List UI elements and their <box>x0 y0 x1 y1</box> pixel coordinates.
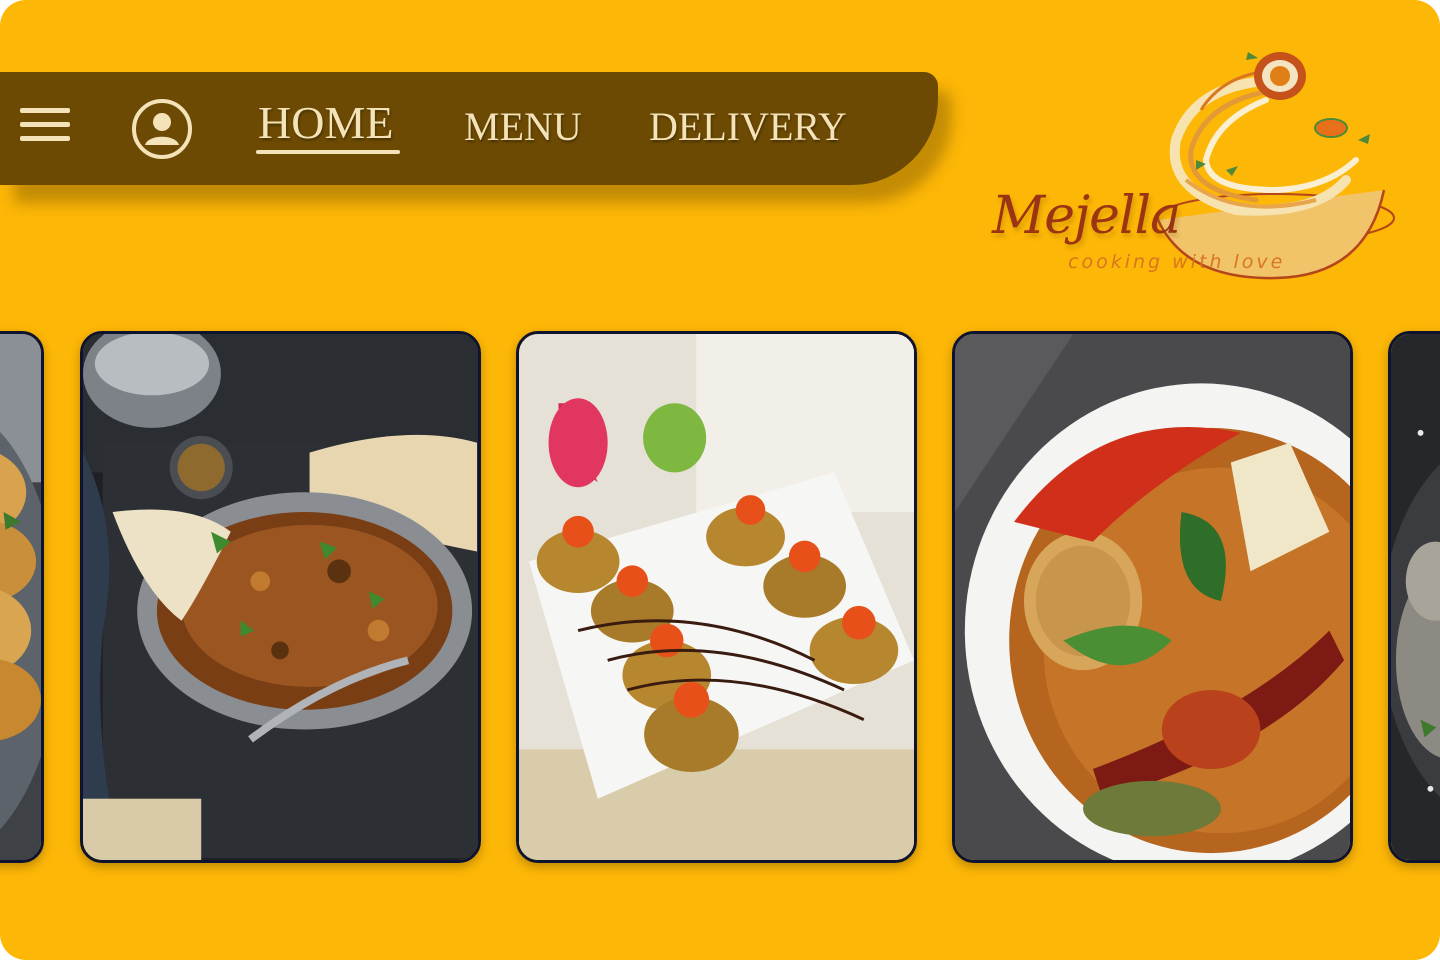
hamburger-menu-icon[interactable] <box>20 108 70 142</box>
food-card-red-curry[interactable] <box>952 331 1353 863</box>
top-navbar: HOME MENU DELIVERY <box>0 72 938 185</box>
keema-curry-photo <box>83 334 478 860</box>
food-card-empanadas[interactable] <box>0 331 44 863</box>
sushi-photo <box>519 334 914 860</box>
brand-tagline: cooking with love <box>1068 251 1286 273</box>
nav-link-home[interactable]: HOME <box>258 96 393 149</box>
brand-name: Mejella <box>992 186 1181 246</box>
food-card-keema-curry[interactable] <box>80 331 481 863</box>
dark-plate-photo <box>1391 334 1440 860</box>
red-curry-photo <box>955 334 1350 860</box>
nav-link-delivery[interactable]: DELIVERY <box>649 103 847 150</box>
food-card-sushi[interactable] <box>516 331 917 863</box>
nav-link-menu[interactable]: MENU <box>464 103 582 150</box>
user-account-icon[interactable] <box>131 98 193 160</box>
page: HOME MENU DELIVERY Mejella cooking with … <box>0 0 1440 960</box>
empanadas-photo <box>0 334 41 860</box>
active-link-underline <box>256 150 400 154</box>
food-card-dark-plate[interactable] <box>1388 331 1440 863</box>
